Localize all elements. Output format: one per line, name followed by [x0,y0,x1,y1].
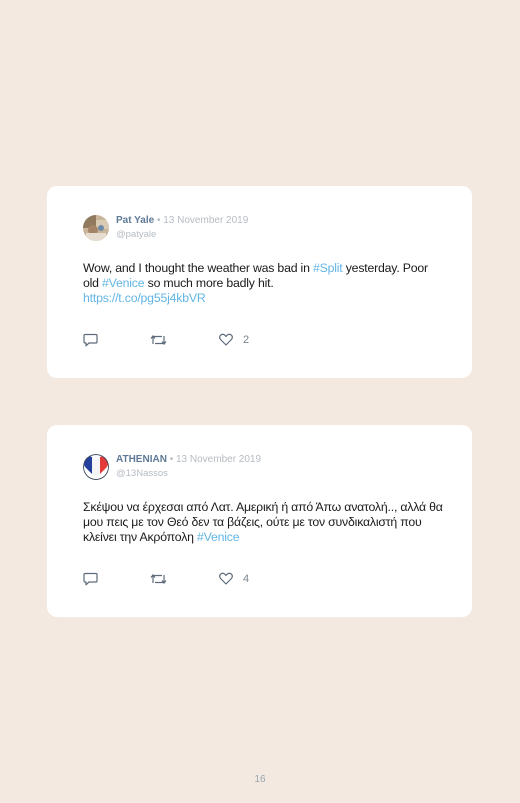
like-button[interactable]: 4 [219,572,249,585]
tweet-link[interactable]: #Venice [197,530,240,544]
tweet-text: Wow, and I thought the weather was bad i… [83,261,443,306]
tweet-link[interactable]: https://t.co/pg55j4kbVR [83,291,206,305]
tweet-date[interactable]: 13 November 2019 [176,454,261,465]
like-icon [219,333,233,346]
tweet-link[interactable]: #Split [313,261,343,275]
tweet-actions: 4 [83,572,283,588]
avatar[interactable] [83,454,109,480]
tweet-text-segment: Wow, and I thought the weather was bad i… [83,261,313,275]
tweet-card: Pat Yale • 13 November 2019 @patyale Wow… [47,186,472,378]
author-handle[interactable]: @13Nassos [116,468,168,479]
tweet-link[interactable]: #Venice [102,276,145,290]
retweet-icon[interactable] [150,333,167,347]
like-icon [219,572,233,585]
tweet-text-segment: Σκέψου να έρχεσαι από Λατ. Αμερική ή από… [83,500,443,544]
reply-icon[interactable] [83,333,98,347]
tweet-card: ATHENIAN • 13 November 2019 @13Nassos Σκ… [47,425,472,617]
like-count: 4 [243,572,250,585]
tweet-actions: 2 [83,333,283,349]
page-number: 16 [254,774,266,785]
tweet-date[interactable]: 13 November 2019 [163,215,248,226]
reply-icon[interactable] [83,572,98,586]
like-button[interactable]: 2 [219,333,249,346]
retweet-icon[interactable] [150,572,167,586]
tweet-text-segment: so much more badly hit. [144,276,274,290]
author-name[interactable]: Pat Yale [116,215,154,226]
avatar[interactable] [83,215,109,241]
tweet-text: Σκέψου να έρχεσαι από Λατ. Αμερική ή από… [83,500,443,545]
author-line: ATHENIAN • 13 November 2019 [116,454,261,465]
author-handle[interactable]: @patyale [116,229,156,240]
author-name[interactable]: ATHENIAN [116,454,167,465]
author-line: Pat Yale • 13 November 2019 [116,215,248,226]
like-count: 2 [243,333,250,346]
